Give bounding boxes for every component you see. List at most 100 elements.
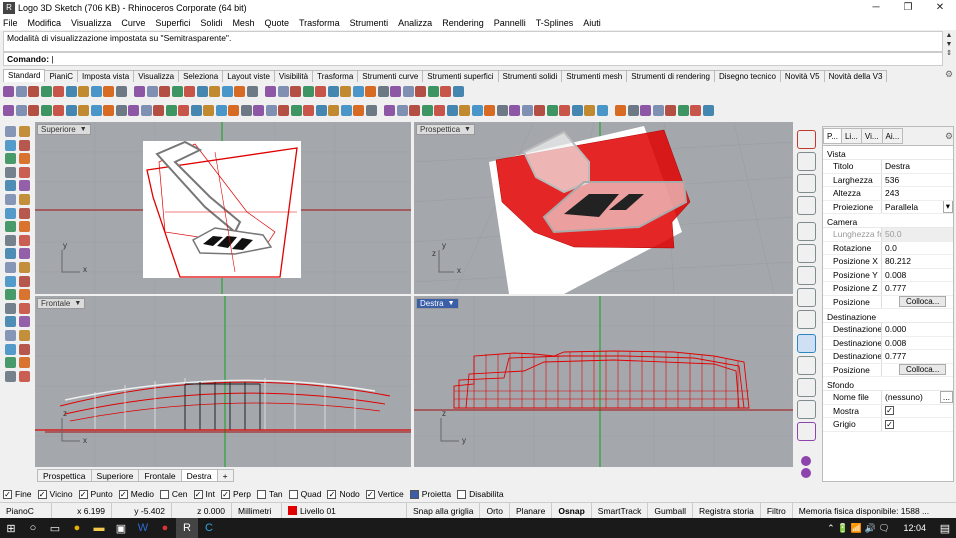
app-red-icon[interactable]: ● xyxy=(154,518,176,538)
left-tool-icon[interactable] xyxy=(5,357,16,369)
standard-tool-icon[interactable] xyxy=(134,86,145,97)
browse-button[interactable]: ... xyxy=(939,391,953,404)
osnap-tan[interactable]: Tan xyxy=(256,489,283,499)
left-tool-icon[interactable] xyxy=(5,302,16,314)
secondary-tool-icon[interactable] xyxy=(103,105,114,116)
left-tool-icon[interactable] xyxy=(19,194,30,205)
viewport-right-label[interactable]: Destra ▼ xyxy=(416,298,459,309)
left-tool-icon[interactable] xyxy=(19,357,30,369)
toolbar-tab-visibilit[interactable]: Visibilità xyxy=(273,70,314,82)
history-toggle[interactable]: Registra storia xyxy=(693,503,761,518)
standard-tool-icon[interactable] xyxy=(159,86,170,97)
checkbox[interactable] xyxy=(159,489,169,499)
secondary-tool-icon[interactable] xyxy=(365,105,377,116)
secondary-tool-icon[interactable] xyxy=(353,105,364,116)
standard-tool-icon[interactable] xyxy=(327,86,339,97)
chevron-down-icon[interactable]: ▼ xyxy=(80,125,87,135)
left-tool-icon[interactable] xyxy=(5,221,16,233)
menu-curve[interactable]: Curve xyxy=(121,18,145,28)
task-view-icon[interactable]: ▭ xyxy=(44,518,66,538)
panel-tab-0[interactable]: P... xyxy=(823,128,842,144)
secondary-tool-icon[interactable] xyxy=(28,105,39,116)
rhino-taskbar-icon[interactable]: R xyxy=(176,518,198,538)
left-tool-icon[interactable] xyxy=(5,207,16,219)
viewport-tab-destra[interactable]: Destra xyxy=(180,468,218,482)
secondary-tool-icon[interactable] xyxy=(90,105,102,116)
viewport-tab-frontale[interactable]: Frontale xyxy=(138,468,182,482)
prop-value-destinazione-y[interactable]: 0.008 xyxy=(881,336,953,349)
standard-tool-icon[interactable] xyxy=(53,86,64,97)
standard-tool-icon[interactable] xyxy=(390,86,401,97)
prop-value-mostra[interactable]: ✓ xyxy=(881,404,953,417)
standard-tool-icon[interactable] xyxy=(277,86,289,97)
right-strip-small-icon[interactable] xyxy=(801,468,811,478)
left-tool-icon[interactable] xyxy=(19,370,30,382)
osnap-toggle[interactable]: Osnap xyxy=(552,503,592,518)
standard-tool-icon[interactable] xyxy=(15,86,27,97)
prop-value-titolo[interactable]: Destra xyxy=(881,160,953,173)
command-input[interactable]: Comando: | xyxy=(3,52,943,66)
prop-value-proiezione[interactable]: Parallela ▾ xyxy=(881,200,953,213)
toolbar-tab-seleziona[interactable]: Seleziona xyxy=(178,70,224,82)
secondary-tool-icon[interactable] xyxy=(65,105,77,116)
right-strip-tool-icon[interactable] xyxy=(797,152,816,171)
standard-tool-icon[interactable] xyxy=(315,86,326,97)
toolbar-tab-trasforma[interactable]: Trasforma xyxy=(312,70,359,82)
place-button[interactable]: Colloca... xyxy=(899,296,947,308)
secondary-tool-icon[interactable] xyxy=(396,105,408,116)
left-tool-icon[interactable] xyxy=(5,316,16,328)
secondary-tool-icon[interactable] xyxy=(15,105,27,116)
secondary-tool-icon[interactable] xyxy=(128,105,139,116)
viewport-front[interactable]: z x Frontale ▼ xyxy=(35,296,411,467)
search-icon[interactable]: ○ xyxy=(22,518,44,538)
standard-tool-icon[interactable] xyxy=(352,86,364,97)
standard-tool-icon[interactable] xyxy=(90,86,102,97)
secondary-tool-icon[interactable] xyxy=(652,105,664,116)
right-strip-tool-icon[interactable] xyxy=(797,266,816,285)
standard-tool-icon[interactable] xyxy=(290,86,301,97)
secondary-tool-icon[interactable] xyxy=(596,105,608,116)
left-tool-icon[interactable] xyxy=(19,166,30,178)
standard-tool-icon[interactable] xyxy=(209,86,220,97)
prop-value-larghezza[interactable]: 536 xyxy=(881,173,953,186)
prop-value-grigio[interactable]: ✓ xyxy=(881,418,953,431)
left-tool-icon[interactable] xyxy=(5,126,16,137)
secondary-tool-icon[interactable] xyxy=(190,105,202,116)
secondary-tool-icon[interactable] xyxy=(459,105,470,116)
secondary-tool-icon[interactable] xyxy=(153,105,164,116)
left-tool-icon[interactable] xyxy=(19,302,30,314)
osnap-int[interactable]: ✓ Int xyxy=(193,489,215,499)
osnap-proietta[interactable]: Proietta xyxy=(409,489,451,499)
viewport-right[interactable]: z y Destra ▼ xyxy=(414,296,793,467)
viewport-top-label[interactable]: Superiore ▼ xyxy=(37,124,91,135)
secondary-tool-icon[interactable] xyxy=(265,105,277,116)
prop-value-altezza[interactable]: 243 xyxy=(881,187,953,200)
checkbox[interactable]: ✓ xyxy=(885,406,894,416)
secondary-tool-icon[interactable] xyxy=(690,105,701,116)
prop-value-posizione-x[interactable]: 80.212 xyxy=(881,255,953,268)
left-tool-icon[interactable] xyxy=(19,330,30,341)
menu-superfici[interactable]: Superfici xyxy=(155,18,190,28)
checkbox[interactable] xyxy=(457,489,467,499)
menu-rendering[interactable]: Rendering xyxy=(442,18,484,28)
checkbox[interactable]: ✓ xyxy=(365,489,375,499)
left-tool-icon[interactable] xyxy=(19,221,30,233)
toolbar-tab-imposta-vista[interactable]: Imposta vista xyxy=(77,70,135,82)
standard-tool-icon[interactable] xyxy=(440,86,451,97)
secondary-tool-icon[interactable] xyxy=(421,105,433,116)
toolbar-tab-disegno-tecnico[interactable]: Disegno tecnico xyxy=(713,70,781,82)
secondary-tool-icon[interactable] xyxy=(665,105,676,116)
toolbar-options-icon[interactable]: ⚙ xyxy=(945,69,953,80)
checkbox[interactable] xyxy=(256,489,266,499)
secondary-tool-icon[interactable] xyxy=(178,105,189,116)
left-tool-icon[interactable] xyxy=(19,343,30,355)
secondary-tool-icon[interactable] xyxy=(278,105,289,116)
prop-value-posizione-z[interactable]: 0.777 xyxy=(881,282,953,295)
secondary-tool-icon[interactable] xyxy=(253,105,264,116)
osnap-quad[interactable]: Quad xyxy=(288,489,321,499)
secondary-tool-icon[interactable] xyxy=(446,105,458,116)
right-strip-tool-icon[interactable] xyxy=(797,378,816,397)
left-tool-icon[interactable] xyxy=(19,234,30,246)
windows-start-icon[interactable]: ⊞ xyxy=(0,518,22,538)
viewport-tab-superiore[interactable]: Superiore xyxy=(90,468,140,482)
